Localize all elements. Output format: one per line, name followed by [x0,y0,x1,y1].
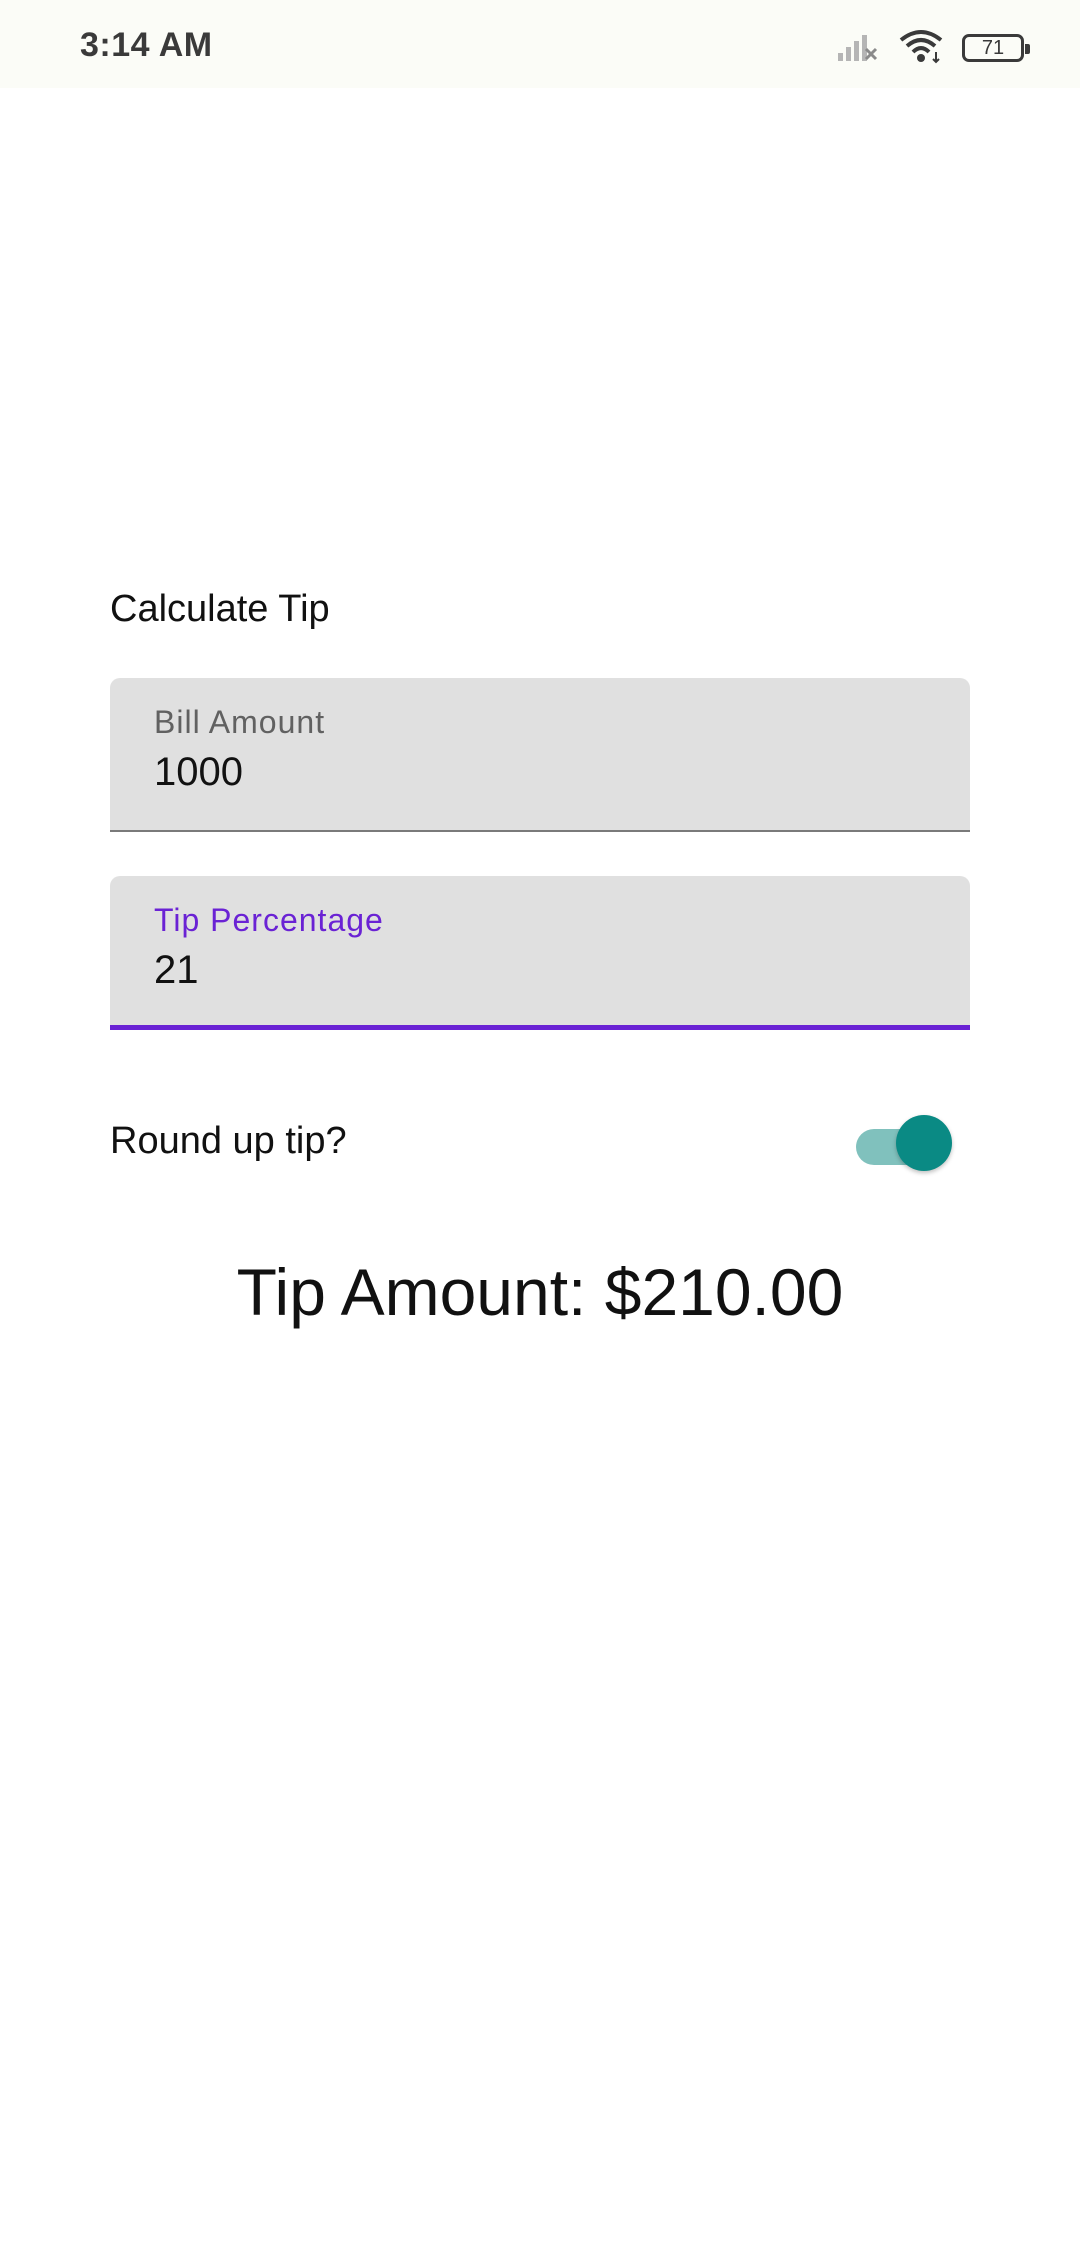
bill-amount-field[interactable]: Bill Amount [110,678,970,832]
tip-percentage-label: Tip Percentage [154,902,384,938]
tip-amount-result: Tip Amount: $210.00 [236,1255,844,1329]
bill-amount-input[interactable] [154,750,914,795]
status-bar: 3:14 AM 71 [0,0,1080,88]
wifi-icon [898,28,944,69]
round-up-row: Round up tip? [110,1110,970,1176]
signal-icon [836,29,880,68]
screen: 3:14 AM 71 Calculate Tip Bill Amount 100… [0,0,1080,2246]
status-icons: 71 [836,28,1030,69]
bill-amount-label: Bill Amount [154,704,326,740]
round-up-label: Round up tip? [110,1120,347,1162]
round-up-switch[interactable] [856,1110,952,1176]
switch-thumb[interactable] [896,1115,952,1171]
battery-icon: 71 [962,34,1030,62]
page-title: Calculate Tip [110,588,330,630]
battery-level: 71 [981,36,1005,59]
status-time: 3:14 AM [80,26,213,64]
battery-tip [1025,44,1030,54]
tip-percentage-field[interactable]: Tip Percentage [110,876,970,1030]
tip-percentage-input[interactable] [154,948,914,993]
